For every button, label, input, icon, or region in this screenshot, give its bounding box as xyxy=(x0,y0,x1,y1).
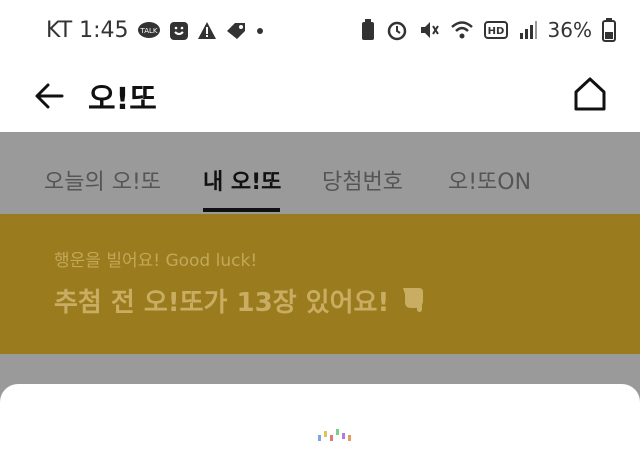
active-tab-indicator xyxy=(203,208,280,212)
battery-percent: 36% xyxy=(547,18,592,42)
mute-icon xyxy=(418,19,440,41)
warning-icon xyxy=(197,21,217,41)
status-right: HD 36% xyxy=(360,18,616,42)
alarm-icon xyxy=(386,19,408,41)
smile-icon xyxy=(169,21,189,41)
status-left: KT 1:45 TALK xyxy=(46,18,265,43)
banner-subtitle: 행운을 빌어요! Good luck! xyxy=(54,251,258,271)
page-title: 오!또 xyxy=(88,82,157,117)
back-button[interactable] xyxy=(32,76,72,116)
bottom-sheet[interactable] xyxy=(0,384,640,464)
tab-winning-numbers[interactable]: 당첨번호 xyxy=(322,164,403,196)
battery-saver-icon xyxy=(360,19,376,41)
talk-icon: TALK xyxy=(137,21,161,41)
battery-icon xyxy=(602,18,616,42)
svg-text:TALK: TALK xyxy=(139,27,157,35)
app-header: 오!또 xyxy=(0,62,640,132)
banner-message-row: 추첨 전 오!또가 13장 있어요! xyxy=(54,280,431,321)
signal-icon xyxy=(518,20,538,40)
svg-text:HD: HD xyxy=(487,26,504,37)
tab-bar: 오늘의 오!또 내 오!또 당첨번호 오!또ON xyxy=(0,132,640,214)
arrow-left-icon xyxy=(35,83,64,109)
home-icon xyxy=(574,77,606,111)
ticket-banner: 행운을 빌어요! Good luck! 추첨 전 오!또가 13장 있어요! xyxy=(0,214,640,354)
pointing-hand-icon xyxy=(397,280,431,321)
hd-icon: HD xyxy=(483,21,508,39)
banner-message: 추첨 전 오!또가 13장 있어요! xyxy=(54,288,390,318)
status-bar: KT 1:45 TALK HD 36% xyxy=(0,0,640,62)
tab-otto-on[interactable]: 오!또ON xyxy=(448,164,531,196)
tab-my-otto[interactable]: 내 오!또 xyxy=(203,164,281,196)
wifi-icon xyxy=(450,20,474,40)
home-button[interactable] xyxy=(570,74,610,114)
carrier-time: KT 1:45 xyxy=(46,18,129,43)
dot-icon xyxy=(255,26,265,36)
tab-today-otto[interactable]: 오늘의 오!또 xyxy=(44,164,161,196)
tag-icon xyxy=(225,21,247,41)
